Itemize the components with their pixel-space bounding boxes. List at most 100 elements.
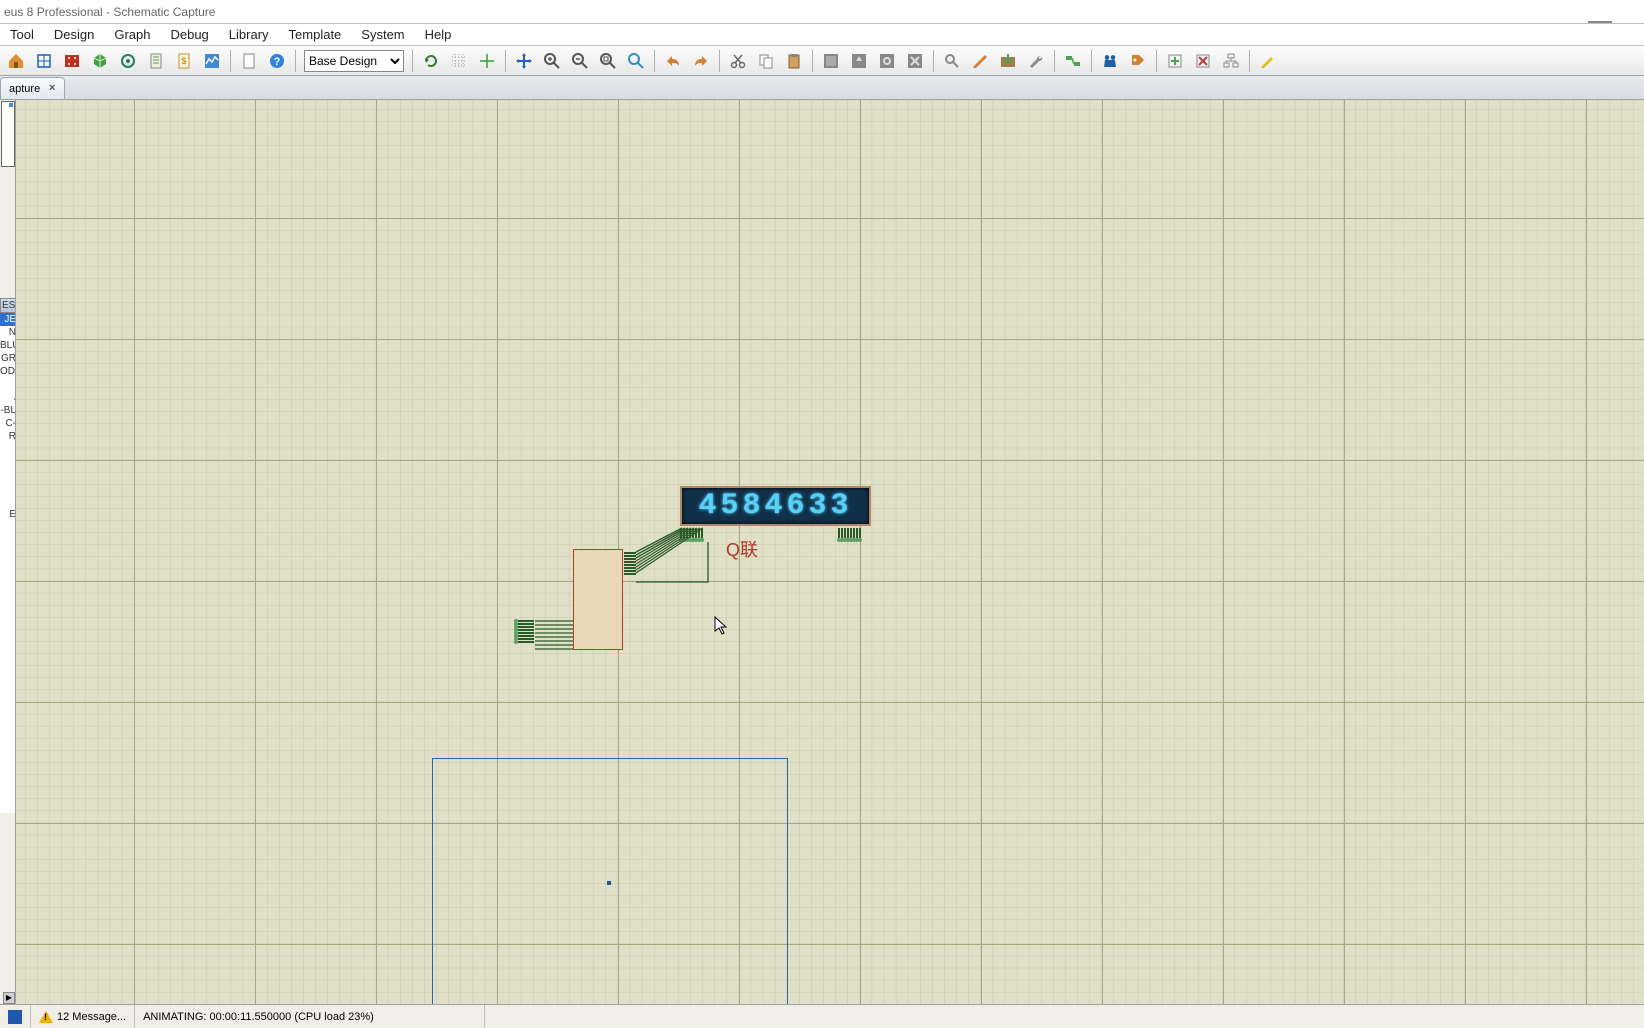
toolbar-sep-9	[1054, 50, 1055, 72]
menu-graph[interactable]: Graph	[104, 25, 160, 44]
chip-component[interactable]	[573, 549, 623, 650]
toolbar-sep-2	[295, 50, 296, 72]
3d-icon[interactable]	[87, 48, 113, 74]
tag-icon[interactable]	[1125, 48, 1151, 74]
undo-icon[interactable]	[660, 48, 686, 74]
status-messages[interactable]: 12 Message...	[31, 1005, 135, 1028]
main-area: ES JE N BLU GR ODE . -BL C-R E ▶ 4584633	[0, 100, 1644, 1004]
object-selector-panel[interactable]: ES JE N BLU GR ODE . -BL C-R E ▶	[0, 100, 16, 1004]
new-doc-icon[interactable]	[236, 48, 262, 74]
list-item[interactable]: C-R	[0, 417, 16, 443]
list-item[interactable]: .	[0, 391, 16, 404]
toolbar-sep-3	[412, 50, 413, 72]
find-replace-icon[interactable]	[939, 48, 965, 74]
list-item[interactable]: -BL	[0, 404, 16, 417]
cut-icon[interactable]	[725, 48, 751, 74]
list-item[interactable]: E	[0, 508, 16, 521]
overview-thumbnail[interactable]	[1, 101, 15, 167]
status-sim-running[interactable]	[0, 1005, 31, 1028]
minimize-button[interactable]	[1588, 3, 1612, 23]
display-pins-right	[838, 528, 861, 538]
list-item[interactable]: BLU	[0, 339, 16, 352]
pan-icon[interactable]	[511, 48, 537, 74]
app-title: eus 8 Professional - Schematic Capture	[4, 5, 215, 19]
chip-bus-left	[535, 619, 573, 651]
toolbar: $ ? Base Design	[0, 46, 1644, 76]
menu-template[interactable]: Template	[279, 25, 352, 44]
block-copy-icon[interactable]	[818, 48, 844, 74]
toolbar-sep-1	[230, 50, 231, 72]
devices-header: ES	[0, 298, 16, 313]
zoom-in-icon[interactable]	[539, 48, 565, 74]
highlight-icon[interactable]	[1255, 48, 1281, 74]
chart-icon[interactable]	[199, 48, 225, 74]
menu-debug[interactable]: Debug	[160, 25, 218, 44]
refresh-icon[interactable]	[418, 48, 444, 74]
toolbar-sep-8	[933, 50, 934, 72]
redo-icon[interactable]	[688, 48, 714, 74]
home-icon[interactable]	[3, 48, 29, 74]
paste-icon[interactable]	[781, 48, 807, 74]
origin-marker	[607, 881, 611, 885]
svg-text:?: ?	[274, 56, 281, 68]
menu-system[interactable]: System	[351, 25, 414, 44]
tab-label: apture	[9, 83, 40, 95]
chip-pins-left	[518, 620, 534, 643]
origin-icon[interactable]	[474, 48, 500, 74]
toolbar-sep-12	[1249, 50, 1250, 72]
title-bar: eus 8 Professional - Schematic Capture	[0, 0, 1644, 24]
remove-sheet-icon[interactable]	[1190, 48, 1216, 74]
list-item[interactable]: GR	[0, 352, 16, 365]
net-label[interactable]: Q联	[726, 536, 758, 562]
wrench-icon[interactable]	[1023, 48, 1049, 74]
scroll-right-icon[interactable]: ▶	[3, 992, 15, 1004]
menu-library[interactable]: Library	[219, 25, 279, 44]
display-pins-left	[680, 528, 703, 538]
messages-count: 12 Message...	[57, 1011, 126, 1023]
tab-bar: apture ×	[0, 76, 1644, 100]
menu-design[interactable]: Design	[44, 25, 104, 44]
chip-pins-right	[624, 552, 636, 575]
devices-list[interactable]: JE N BLU GR ODE . -BL C-R E	[0, 313, 16, 813]
list-item[interactable]: JE	[0, 313, 16, 326]
cursor-icon	[714, 616, 730, 641]
help-icon[interactable]: ?	[264, 48, 290, 74]
hierarchy-icon[interactable]	[1218, 48, 1244, 74]
zoom-out-icon[interactable]	[567, 48, 593, 74]
pcb-icon[interactable]	[59, 48, 85, 74]
design-variant-select[interactable]: Base Design	[304, 50, 404, 72]
property-icon[interactable]	[967, 48, 993, 74]
block-delete-icon[interactable]	[902, 48, 928, 74]
grid-icon[interactable]	[446, 48, 472, 74]
copy-icon[interactable]	[753, 48, 779, 74]
add-sheet-icon[interactable]	[1162, 48, 1188, 74]
import-icon[interactable]	[995, 48, 1021, 74]
block-move-icon[interactable]	[846, 48, 872, 74]
warning-icon	[39, 1011, 53, 1023]
tab-schematic-capture[interactable]: apture ×	[0, 77, 65, 99]
menu-help[interactable]: Help	[415, 25, 462, 44]
search-icon[interactable]	[1097, 48, 1123, 74]
status-bar: 12 Message... ANIMATING: 00:00:11.550000…	[0, 1004, 1644, 1028]
stop-icon[interactable]	[8, 1010, 22, 1024]
gerber-icon[interactable]	[115, 48, 141, 74]
zoom-area-icon[interactable]	[623, 48, 649, 74]
toolbar-sep-11	[1156, 50, 1157, 72]
bom-icon[interactable]: $	[171, 48, 197, 74]
display-value: 4584633	[698, 489, 852, 523]
status-animating: ANIMATING: 00:00:11.550000 (CPU load 23%…	[135, 1005, 485, 1028]
report-icon[interactable]	[143, 48, 169, 74]
list-item[interactable]: N	[0, 326, 16, 339]
schematic-icon[interactable]	[31, 48, 57, 74]
block-rotate-icon[interactable]	[874, 48, 900, 74]
schematic-canvas[interactable]: 4584633 Q联	[16, 100, 1644, 1004]
list-item[interactable]: ODE	[0, 365, 16, 378]
zoom-all-icon[interactable]	[595, 48, 621, 74]
nets-icon[interactable]	[1060, 48, 1086, 74]
overview-viewport	[9, 103, 13, 107]
close-icon[interactable]: ×	[46, 83, 58, 95]
canvas-viewport[interactable]: 4584633 Q联	[16, 100, 1644, 1004]
animating-text: ANIMATING: 00:00:11.550000 (CPU load 23%…	[143, 1011, 374, 1023]
menu-tool[interactable]: Tool	[0, 25, 44, 44]
seven-segment-display[interactable]: 4584633	[680, 486, 871, 526]
